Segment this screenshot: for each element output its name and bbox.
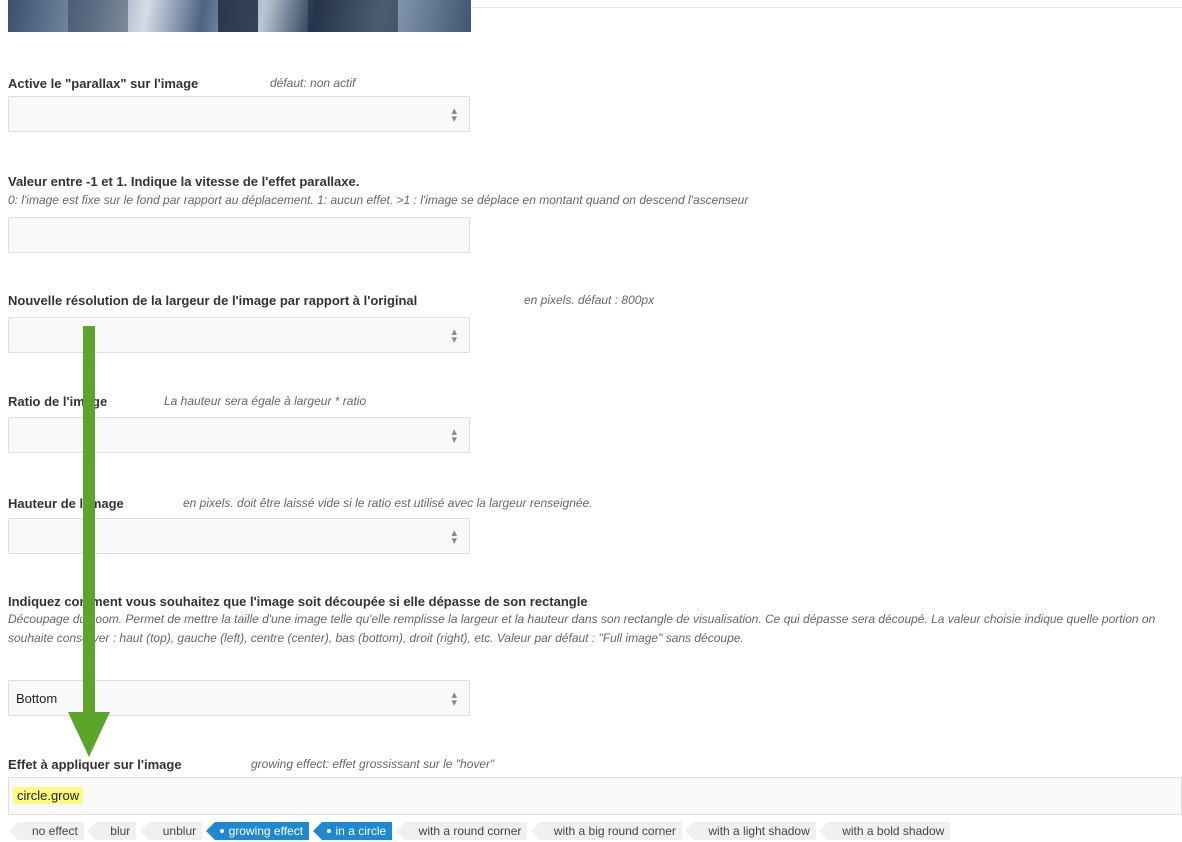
effect-tags: no effect blur unblur growing effect in … (9, 822, 958, 842)
speed-description: 0: l'image est fixe sur le fond par rapp… (8, 193, 749, 207)
effect-tag[interactable]: with a light shadow (685, 822, 816, 840)
resolution-label: Nouvelle résolution de la largeur de l'i… (8, 293, 418, 308)
crop-select-value: Bottom (16, 691, 58, 706)
ratio-hint: La hauteur sera égale à largeur * ratio (164, 394, 367, 408)
speed-label: Valeur entre -1 et 1. Indique la vitesse… (8, 174, 360, 189)
crop-label: Indiquez comment vous souhaitez que l'im… (8, 594, 588, 609)
height-select[interactable]: ▴ ▾ (8, 518, 470, 554)
effect-tag-selected[interactable]: growing effect (205, 822, 310, 840)
resolution-select[interactable]: ▴ ▾ (8, 317, 470, 353)
parallax-label: Active le "parallax" sur l'image (8, 76, 199, 91)
effect-tag[interactable]: with a big round corner (530, 822, 682, 840)
height-hint: en pixels. doit être laissé vide si le r… (183, 496, 593, 510)
effect-label: Effet à appliquer sur l'image (8, 757, 182, 772)
ratio-select[interactable]: ▴ ▾ (8, 417, 470, 453)
parallax-hint: défaut: non actif (270, 76, 356, 90)
sort-arrows-icon: ▴ ▾ (451, 689, 457, 709)
effect-tag[interactable]: with a bold shadow (819, 822, 951, 840)
header-image (8, 0, 471, 32)
sort-arrows-icon: ▴ ▾ (451, 527, 457, 547)
effect-tag[interactable]: blur (87, 822, 137, 840)
sort-arrows-icon: ▴ ▾ (451, 326, 457, 346)
crop-select[interactable]: Bottom ▴ ▾ (8, 680, 470, 716)
height-label: Hauteur de l'image (8, 496, 124, 511)
effect-tag-selected[interactable]: in a circle (312, 822, 393, 840)
effect-hint: growing effect: effet grossissant sur le… (251, 757, 495, 771)
effect-tag[interactable]: no effect (9, 822, 84, 840)
ratio-label: Ratio de l'image (8, 394, 108, 409)
sort-arrows-icon: ▴ ▾ (451, 426, 457, 446)
speed-input[interactable] (8, 217, 470, 253)
effect-input-value: circle.grow (13, 787, 84, 804)
effect-input[interactable]: circle.grow (8, 777, 1182, 815)
top-divider (472, 7, 1182, 8)
sort-arrows-icon: ▴ ▾ (451, 105, 457, 125)
effect-tag[interactable]: unblur (139, 822, 203, 840)
parallax-select[interactable]: ▴ ▾ (8, 96, 470, 132)
resolution-hint: en pixels. défaut : 800px (524, 293, 655, 307)
effect-tag[interactable]: with a round corner (395, 822, 528, 840)
crop-description: Découpage du zoom. Permet de mettre la t… (8, 612, 1156, 645)
